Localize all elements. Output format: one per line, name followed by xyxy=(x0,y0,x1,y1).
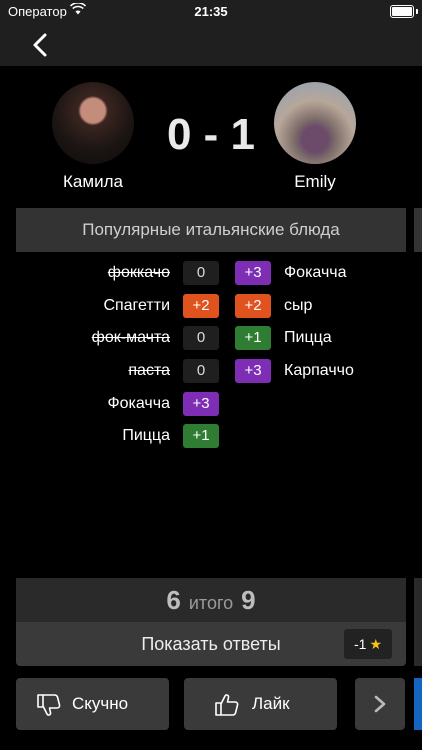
chevron-left-icon xyxy=(33,33,47,57)
back-button[interactable] xyxy=(26,30,56,60)
left-answer: фоккачо xyxy=(107,264,170,281)
right-score-badge: +2 xyxy=(235,294,271,318)
answer-row: фок-мачта 0 +1 Пицца xyxy=(16,326,406,350)
totals-bar: 6 итого 9 xyxy=(16,578,406,622)
player-name: Emily xyxy=(294,172,336,191)
left-answer: Пицца xyxy=(122,427,170,444)
left-score-badge: 0 xyxy=(183,359,219,383)
answer-row: Фокачча +3 xyxy=(16,392,406,416)
right-answer: Пицца xyxy=(284,329,332,346)
left-score-badge: +3 xyxy=(183,392,219,416)
right-score-badge: +3 xyxy=(235,261,271,285)
cost-value: -1 xyxy=(353,636,367,652)
player-name: Камила xyxy=(63,172,123,191)
clock: 21:35 xyxy=(194,4,228,19)
answer-row: фоккачо 0 +3 Фокачча xyxy=(16,261,406,285)
answer-row: Спагетти +2 +2 сыр xyxy=(16,294,406,318)
left-answer: Спагетти xyxy=(103,297,170,314)
player-right: Emily xyxy=(270,82,360,192)
left-score-badge: 0 xyxy=(183,261,219,285)
offscreen-action-edge[interactable] xyxy=(414,678,422,730)
right-answer: Карпаччо xyxy=(284,362,354,379)
left-answer: фок-мачта xyxy=(91,329,170,346)
card-title: Популярные итальянские блюда xyxy=(16,208,406,252)
left-total: 6 xyxy=(166,585,181,615)
next-card-peek[interactable] xyxy=(414,208,422,252)
right-answer: сыр xyxy=(284,297,313,314)
like-button[interactable]: Лайк xyxy=(184,678,337,730)
cost-badge: -1 ★ xyxy=(344,629,392,659)
star-icon: ★ xyxy=(369,636,382,652)
score: 0 - 1 xyxy=(166,110,256,159)
like-label: Лайк xyxy=(252,694,290,713)
player-left: Камила xyxy=(48,82,138,192)
chevron-right-icon xyxy=(371,694,389,719)
right-score-badge: +3 xyxy=(235,359,271,383)
dislike-button[interactable]: Скучно xyxy=(16,678,169,730)
thumbs-down-icon xyxy=(36,693,62,722)
next-button[interactable] xyxy=(355,678,405,730)
question-card: Популярные итальянские блюда фоккачо 0 +… xyxy=(16,208,406,578)
avatar[interactable] xyxy=(52,82,134,164)
right-score-badge: +1 xyxy=(235,326,271,350)
left-score-badge: +2 xyxy=(183,294,219,318)
left-score-badge: 0 xyxy=(183,326,219,350)
nav-bar xyxy=(0,24,422,66)
left-answer: Фокачча xyxy=(107,395,170,412)
totals-label: итого xyxy=(188,593,234,613)
right-total: 9 xyxy=(241,585,256,615)
show-answers-label: Показать ответы xyxy=(141,634,281,654)
right-answer: Фокачча xyxy=(284,264,347,281)
left-score-badge: +1 xyxy=(183,424,219,448)
next-card-peek-bottom xyxy=(414,578,422,666)
avatar[interactable] xyxy=(274,82,356,164)
thumbs-up-icon xyxy=(214,693,240,722)
status-bar: Оператор 21:35 xyxy=(0,0,422,24)
answer-row: паста 0 +3 Карпаччо xyxy=(16,359,406,383)
battery-tip xyxy=(416,9,418,14)
left-answer: паста xyxy=(128,362,170,379)
battery-icon xyxy=(390,5,414,18)
dislike-label: Скучно xyxy=(72,694,129,713)
answer-row: Пицца +1 xyxy=(16,424,406,448)
